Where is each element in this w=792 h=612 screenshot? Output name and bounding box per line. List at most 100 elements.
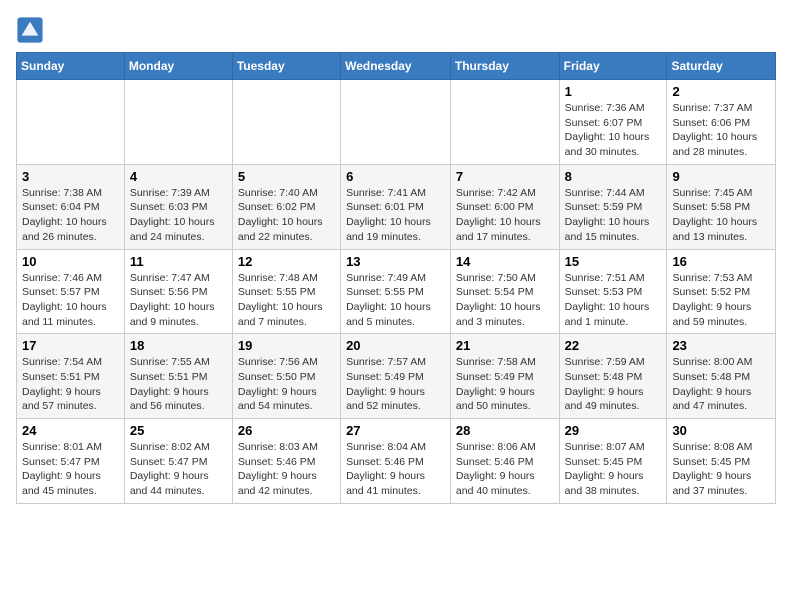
calendar-day: 30 Sunrise: 8:08 AM Sunset: 5:45 PM Dayli… — [667, 419, 776, 504]
calendar-day: 15 Sunrise: 7:51 AM Sunset: 5:53 PM Dayli… — [559, 249, 667, 334]
day-number: 3 — [22, 169, 119, 184]
day-number: 10 — [22, 254, 119, 269]
day-info: Sunrise: 7:55 AM Sunset: 5:51 PM Dayligh… — [130, 356, 210, 412]
day-info: Sunrise: 7:51 AM Sunset: 5:53 PM Dayligh… — [565, 272, 650, 328]
day-info: Sunrise: 7:41 AM Sunset: 6:01 PM Dayligh… — [346, 187, 431, 243]
calendar-day: 12 Sunrise: 7:48 AM Sunset: 5:55 PM Dayli… — [232, 249, 340, 334]
day-info: Sunrise: 8:01 AM Sunset: 5:47 PM Dayligh… — [22, 441, 102, 497]
calendar-day: 17 Sunrise: 7:54 AM Sunset: 5:51 PM Dayli… — [17, 334, 125, 419]
calendar-day: 23 Sunrise: 8:00 AM Sunset: 5:48 PM Dayli… — [667, 334, 776, 419]
calendar-day: 13Sunrise: 7:49 AM Sunset: 5:55 PM Dayli… — [341, 249, 451, 334]
weekday-cell: Saturday — [667, 53, 776, 80]
logo — [16, 16, 48, 44]
calendar-day: 11Sunrise: 7:47 AM Sunset: 5:56 PM Dayli… — [124, 249, 232, 334]
day-info: Sunrise: 7:40 AM Sunset: 6:02 PM Dayligh… — [238, 187, 323, 243]
calendar-week: 1 Sunrise: 7:36 AM Sunset: 6:07 PM Daylig… — [17, 80, 776, 165]
calendar-day: 1 Sunrise: 7:36 AM Sunset: 6:07 PM Daylig… — [559, 80, 667, 165]
day-info: Sunrise: 8:07 AM Sunset: 5:45 PM Dayligh… — [565, 441, 645, 497]
calendar-day: 10 Sunrise: 7:46 AM Sunset: 5:57 PM Dayli… — [17, 249, 125, 334]
day-number: 5 — [238, 169, 335, 184]
calendar-day: 9Sunrise: 7:45 AM Sunset: 5:58 PM Daylig… — [667, 164, 776, 249]
calendar-day: 28 Sunrise: 8:06 AM Sunset: 5:46 PM Dayli… — [450, 419, 559, 504]
day-info: Sunrise: 7:47 AM Sunset: 5:56 PM Dayligh… — [130, 272, 215, 328]
day-number: 13 — [346, 254, 445, 269]
weekday-cell: Wednesday — [341, 53, 451, 80]
day-number: 25 — [130, 423, 227, 438]
calendar-day: 20Sunrise: 7:57 AM Sunset: 5:49 PM Dayli… — [341, 334, 451, 419]
day-info: Sunrise: 7:54 AM Sunset: 5:51 PM Dayligh… — [22, 356, 102, 412]
calendar-day: 4 Sunrise: 7:39 AM Sunset: 6:03 PM Daylig… — [124, 164, 232, 249]
calendar-day — [232, 80, 340, 165]
day-info: Sunrise: 7:48 AM Sunset: 5:55 PM Dayligh… — [238, 272, 323, 328]
calendar-day — [341, 80, 451, 165]
calendar-day: 24 Sunrise: 8:01 AM Sunset: 5:47 PM Dayli… — [17, 419, 125, 504]
calendar-day: 5 Sunrise: 7:40 AM Sunset: 6:02 PM Daylig… — [232, 164, 340, 249]
calendar-day: 19 Sunrise: 7:56 AM Sunset: 5:50 PM Dayli… — [232, 334, 340, 419]
day-info: Sunrise: 7:39 AM Sunset: 6:03 PM Dayligh… — [130, 187, 215, 243]
calendar-day: 18 Sunrise: 7:55 AM Sunset: 5:51 PM Dayli… — [124, 334, 232, 419]
calendar-day: 21 Sunrise: 7:58 AM Sunset: 5:49 PM Dayli… — [450, 334, 559, 419]
weekday-cell: Thursday — [450, 53, 559, 80]
day-info: Sunrise: 7:53 AM Sunset: 5:52 PM Dayligh… — [672, 272, 752, 328]
day-info: Sunrise: 7:37 AM Sunset: 6:06 PM Dayligh… — [672, 102, 757, 158]
header — [16, 16, 776, 44]
calendar-day: 22 Sunrise: 7:59 AM Sunset: 5:48 PM Dayli… — [559, 334, 667, 419]
day-info: Sunrise: 7:42 AM Sunset: 6:00 PM Dayligh… — [456, 187, 541, 243]
day-info: Sunrise: 8:08 AM Sunset: 5:45 PM Dayligh… — [672, 441, 752, 497]
calendar-day — [450, 80, 559, 165]
day-number: 14 — [456, 254, 554, 269]
day-info: Sunrise: 7:56 AM Sunset: 5:50 PM Dayligh… — [238, 356, 318, 412]
day-number: 22 — [565, 338, 662, 353]
day-number: 19 — [238, 338, 335, 353]
calendar-week: 10 Sunrise: 7:46 AM Sunset: 5:57 PM Dayli… — [17, 249, 776, 334]
calendar-week: 24 Sunrise: 8:01 AM Sunset: 5:47 PM Dayli… — [17, 419, 776, 504]
calendar-table: SundayMondayTuesdayWednesdayThursdayFrid… — [16, 52, 776, 504]
weekday-cell: Tuesday — [232, 53, 340, 80]
day-number: 26 — [238, 423, 335, 438]
day-number: 2 — [672, 84, 770, 99]
day-number: 21 — [456, 338, 554, 353]
day-number: 23 — [672, 338, 770, 353]
day-info: Sunrise: 8:02 AM Sunset: 5:47 PM Dayligh… — [130, 441, 210, 497]
calendar-day: 25 Sunrise: 8:02 AM Sunset: 5:47 PM Dayli… — [124, 419, 232, 504]
calendar-day — [17, 80, 125, 165]
day-number: 4 — [130, 169, 227, 184]
day-number: 28 — [456, 423, 554, 438]
day-number: 7 — [456, 169, 554, 184]
day-number: 8 — [565, 169, 662, 184]
calendar-day: 3Sunrise: 7:38 AM Sunset: 6:04 PM Daylig… — [17, 164, 125, 249]
day-number: 17 — [22, 338, 119, 353]
day-number: 16 — [672, 254, 770, 269]
day-number: 18 — [130, 338, 227, 353]
day-info: Sunrise: 8:03 AM Sunset: 5:46 PM Dayligh… — [238, 441, 318, 497]
day-info: Sunrise: 8:06 AM Sunset: 5:46 PM Dayligh… — [456, 441, 536, 497]
day-number: 9 — [672, 169, 770, 184]
day-info: Sunrise: 7:36 AM Sunset: 6:07 PM Dayligh… — [565, 102, 650, 158]
day-number: 30 — [672, 423, 770, 438]
calendar-day: 29 Sunrise: 8:07 AM Sunset: 5:45 PM Dayli… — [559, 419, 667, 504]
day-info: Sunrise: 8:00 AM Sunset: 5:48 PM Dayligh… — [672, 356, 752, 412]
calendar-day: 6Sunrise: 7:41 AM Sunset: 6:01 PM Daylig… — [341, 164, 451, 249]
day-number: 1 — [565, 84, 662, 99]
calendar-day: 27 Sunrise: 8:04 AM Sunset: 5:46 PM Dayli… — [341, 419, 451, 504]
calendar-body: 1 Sunrise: 7:36 AM Sunset: 6:07 PM Daylig… — [17, 80, 776, 504]
calendar-day: 7 Sunrise: 7:42 AM Sunset: 6:00 PM Daylig… — [450, 164, 559, 249]
weekday-cell: Friday — [559, 53, 667, 80]
calendar-day: 26 Sunrise: 8:03 AM Sunset: 5:46 PM Dayli… — [232, 419, 340, 504]
day-number: 15 — [565, 254, 662, 269]
weekday-cell: Sunday — [17, 53, 125, 80]
day-info: Sunrise: 7:58 AM Sunset: 5:49 PM Dayligh… — [456, 356, 536, 412]
logo-icon — [16, 16, 44, 44]
calendar-day: 14Sunrise: 7:50 AM Sunset: 5:54 PM Dayli… — [450, 249, 559, 334]
day-info: Sunrise: 7:59 AM Sunset: 5:48 PM Dayligh… — [565, 356, 645, 412]
day-number: 12 — [238, 254, 335, 269]
calendar-week: 3Sunrise: 7:38 AM Sunset: 6:04 PM Daylig… — [17, 164, 776, 249]
day-number: 29 — [565, 423, 662, 438]
day-number: 24 — [22, 423, 119, 438]
calendar-week: 17 Sunrise: 7:54 AM Sunset: 5:51 PM Dayli… — [17, 334, 776, 419]
day-info: Sunrise: 7:46 AM Sunset: 5:57 PM Dayligh… — [22, 272, 107, 328]
calendar-day: 16 Sunrise: 7:53 AM Sunset: 5:52 PM Dayli… — [667, 249, 776, 334]
day-number: 20 — [346, 338, 445, 353]
day-number: 27 — [346, 423, 445, 438]
day-info: Sunrise: 8:04 AM Sunset: 5:46 PM Dayligh… — [346, 441, 426, 497]
